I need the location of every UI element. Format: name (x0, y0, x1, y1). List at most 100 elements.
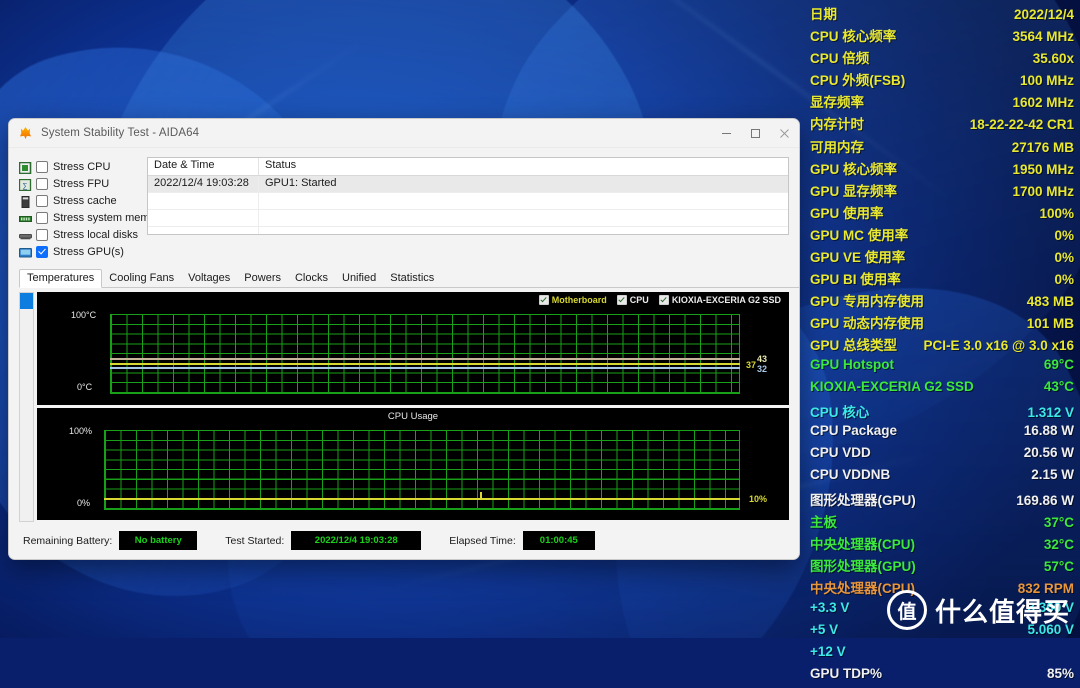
stress-cache-checkbox[interactable] (36, 194, 48, 207)
osd-row: 日期 2022/12/4 (810, 3, 1074, 25)
osd-row: 主板 37°C (810, 511, 1074, 533)
osd-row-label: CPU VDDNB (810, 466, 891, 482)
osd-row: CPU VDD 20.56 W (810, 445, 1074, 467)
cpu-usage-spike (480, 492, 482, 499)
osd-row-value: 483 MB (1026, 294, 1074, 310)
osd-row-label: GPU 总线类型 (810, 338, 898, 354)
stop-button[interactable]: Stop (92, 559, 152, 560)
system-stability-test-window[interactable]: System Stability Test - AIDA64 Stress CP… (8, 118, 800, 560)
legend-item-ssd[interactable]: KIOXIA-EXCERIA G2 SSD (658, 295, 781, 305)
table-row[interactable]: 2022/12/4 19:03:28 GPU1: Started (148, 176, 788, 193)
osd-row: GPU 动态内存使用 101 MB (810, 312, 1074, 334)
stress-fpu-checkbox[interactable] (36, 177, 48, 190)
stress-option-system-memory[interactable]: Stress system memory (19, 210, 165, 226)
window-controls[interactable] (712, 119, 799, 147)
window-titlebar[interactable]: System Stability Test - AIDA64 (9, 119, 799, 148)
event-log-table[interactable]: Date & Time Status 2022/12/4 19:03:28 GP… (147, 157, 789, 235)
clear-button[interactable]: Clear (178, 559, 238, 560)
gpu-icon (19, 246, 32, 258)
table-row[interactable] (148, 193, 788, 210)
tab-cooling-fans[interactable]: Cooling Fans (102, 270, 181, 287)
osd-row-label: CPU 外频(FSB) (810, 73, 906, 89)
stress-option-cpu[interactable]: Stress CPU (18, 159, 131, 175)
elapsed-time-value: 01:00:45 (522, 531, 595, 550)
osd-row-value: 85% (1046, 665, 1074, 681)
stress-options-list[interactable]: Stress CPU ∑ Stress FPU Stress cache Str… (18, 157, 165, 261)
test-started-label: Test Started: (225, 534, 285, 547)
stress-option-cache[interactable]: Stress cache (19, 193, 131, 209)
column-header-datetime[interactable]: Date & Time (148, 158, 259, 175)
osd-row-value: 37°C (1043, 515, 1074, 531)
legend-checkbox[interactable] (658, 295, 669, 305)
top-area: Stress CPU ∑ Stress FPU Stress cache Str… (9, 148, 799, 261)
cpu-axis-top-label: 100% (69, 426, 93, 436)
cpu-usage-chart[interactable]: CPU Usage 100% 0% 10% (37, 408, 789, 520)
osd-row-label: CPU 倍频 (810, 51, 870, 67)
stress-option-label: Stress local disks (53, 228, 138, 241)
elapsed-time-label: Elapsed Time: (449, 534, 516, 547)
osd-row-label: +3.3 V (810, 599, 850, 615)
table-row[interactable] (148, 210, 788, 227)
window-client-area: Stress CPU ∑ Stress FPU Stress cache Str… (9, 148, 799, 560)
cell-datetime (148, 193, 259, 209)
cell-datetime (148, 227, 259, 234)
osd-row-value: 20.56 W (1023, 444, 1074, 460)
legend-item-motherboard[interactable]: Motherboard (538, 295, 607, 305)
tab-clocks[interactable]: Clocks (288, 270, 335, 287)
tab-statistics[interactable]: Statistics (383, 270, 441, 287)
chart-tabs[interactable]: Temperatures Cooling Fans Voltages Power… (19, 269, 799, 288)
osd-row-label: 日期 (810, 7, 837, 22)
remaining-battery-label: Remaining Battery: (23, 534, 113, 547)
close-icon[interactable] (770, 119, 799, 147)
cpuid-button[interactable]: CPUID (333, 559, 393, 560)
column-header-status[interactable]: Status (259, 158, 788, 175)
osd-row-value: 69°C (1043, 356, 1074, 372)
osd-row: CPU 核心频率 3564 MHz (810, 25, 1074, 47)
stress-gpus-checkbox[interactable] (36, 245, 48, 258)
tab-temperatures[interactable]: Temperatures (19, 269, 103, 288)
preferences-button[interactable]: Preferences (402, 559, 463, 560)
stress-local-disks-checkbox[interactable] (36, 228, 48, 241)
osd-row: 显存频率 1602 MHz (810, 91, 1074, 113)
osd-row: 图形处理器(GPU) 57°C (810, 555, 1074, 577)
save-button[interactable]: Save (247, 559, 307, 560)
osd-row-value: 0% (1054, 250, 1074, 266)
close-button[interactable]: Close (725, 559, 785, 560)
start-button[interactable]: Start (23, 559, 83, 560)
osd-row-value: 2022/12/4 (1013, 7, 1074, 22)
cell-status (259, 227, 788, 234)
osd-row-label: GPU 动态内存使用 (810, 316, 925, 332)
table-row[interactable] (148, 227, 788, 234)
legend-checkbox[interactable] (616, 295, 627, 305)
osd-row-value: 1.312 V (1027, 404, 1074, 420)
stress-system-memory-checkbox[interactable] (36, 211, 48, 224)
osd-row: GPU 显存频率 1700 MHz (810, 180, 1074, 202)
stress-cpu-checkbox[interactable] (36, 160, 48, 173)
temperatures-chart[interactable]: Motherboard CPU KIOXIA-EXCERIA G2 SSD 10… (37, 292, 789, 405)
watermark-text: 什么值得买 (934, 596, 1070, 627)
osd-row-label: 中央处理器(CPU) (810, 537, 915, 553)
maximize-icon[interactable] (741, 119, 770, 147)
temp-axis-bottom-label: 0°C (77, 382, 93, 392)
osd-row-value: 1602 MHz (1012, 95, 1074, 111)
stress-option-fpu[interactable]: ∑ Stress FPU (18, 176, 131, 192)
tab-voltages[interactable]: Voltages (181, 270, 237, 287)
legend-checkbox[interactable] (538, 295, 549, 305)
legend-item-cpu[interactable]: CPU (616, 295, 649, 305)
minimize-icon[interactable] (712, 119, 741, 147)
charts-scrollbar[interactable] (19, 292, 34, 522)
osd-row-label: GPU MC 使用率 (810, 227, 909, 243)
osd-row: CPU Package 16.88 W (810, 423, 1074, 445)
osd-row: GPU BI 使用率 0% (810, 268, 1074, 290)
osd-row-label: GPU Hotspot (810, 356, 894, 372)
scrollbar-thumb[interactable] (20, 293, 33, 309)
stress-option-local-disks[interactable]: Stress local disks (19, 227, 138, 243)
osd-row-label: +12 V (810, 643, 846, 659)
stress-option-gpus[interactable]: Stress GPU(s) (19, 244, 131, 260)
chart-legend[interactable]: Motherboard CPU KIOXIA-EXCERIA G2 SSD (538, 295, 781, 305)
charts-area: Motherboard CPU KIOXIA-EXCERIA G2 SSD 10… (19, 292, 789, 522)
tab-unified[interactable]: Unified (335, 270, 383, 287)
tab-powers[interactable]: Powers (237, 270, 288, 287)
osd-row-label: CPU 核心 (810, 404, 870, 420)
table-header: Date & Time Status (148, 158, 788, 176)
